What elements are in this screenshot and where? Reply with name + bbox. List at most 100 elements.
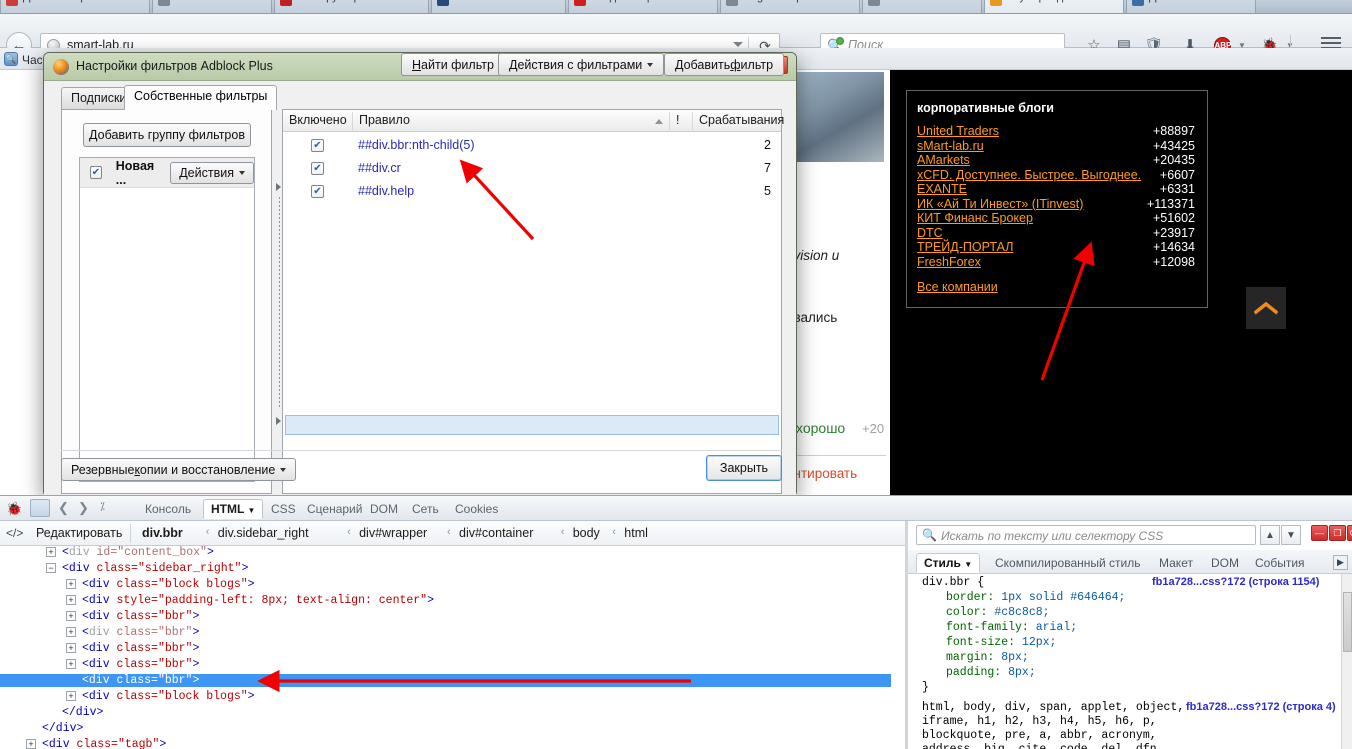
tab-html[interactable]: HTML ▼ (203, 499, 264, 519)
blog-row[interactable]: КИТ Финанс Брокер +51602 (917, 211, 1199, 226)
html-tree-node[interactable]: + <div id="content_box"> (46, 546, 214, 559)
all-companies-link[interactable]: Все компании (917, 280, 1199, 294)
column-header-hits[interactable]: Срабатывания (699, 113, 784, 127)
tab-script[interactable]: Сценарий (300, 500, 369, 518)
group-enabled-checkbox[interactable]: ✔ (90, 166, 102, 179)
column-header-rule[interactable]: Правило (359, 113, 410, 127)
browser-tab[interactable]: Regular expressi (720, 0, 860, 13)
splitter-arrow-icon[interactable] (276, 417, 281, 425)
blog-link[interactable]: United Traders (917, 124, 999, 138)
html-tree-pane[interactable]: + <div id="content_box"> − <div class="side… (0, 546, 905, 749)
table-row[interactable]: ✔ ##div.bbr:nth-child(5) 2 (283, 136, 781, 156)
html-tree-node[interactable]: + <div class="bbr"> (66, 642, 199, 655)
tab-style[interactable]: Стиль ▼ (916, 553, 981, 573)
tree-twisty-icon[interactable]: + (66, 627, 76, 637)
filter-group-list[interactable]: ✔ Новая ... Действия (79, 157, 255, 482)
browser-tab-strip[interactable]: Дизайн сверстал Sortblock Конструктор сай К… (0, 0, 1352, 14)
css-property[interactable]: font-family: (946, 621, 1036, 634)
browser-tab[interactable]: Дизайн сверстал (0, 0, 150, 13)
html-tree-node[interactable]: + <div class="tagb"> (26, 738, 166, 749)
css-search-input[interactable]: 🔍 Искать по тексту или селектору CSS (916, 525, 1256, 545)
css-source-link[interactable]: fb1a728...css?172 (строка 1154) (1152, 576, 1319, 588)
filter-enabled-checkbox[interactable]: ✔ (311, 185, 324, 198)
blog-row[interactable]: United Traders +88897 (917, 124, 1199, 139)
blog-row[interactable]: sMart-lab.ru +43425 (917, 139, 1199, 154)
search-prev-button[interactable]: ▲ (1260, 525, 1280, 545)
css-property[interactable]: margin: (946, 651, 1001, 664)
breadcrumb-item[interactable]: html (624, 526, 648, 540)
filter-rule-text[interactable]: ##div.cr (358, 161, 401, 175)
blog-row[interactable]: DTC +23917 (917, 226, 1199, 241)
search-bookmark-icon[interactable]: 🔍 (4, 52, 18, 66)
blog-link[interactable]: EXANTE (917, 182, 967, 196)
tree-twisty-icon[interactable]: − (46, 563, 56, 573)
blog-row[interactable]: ИК «Ай Ти Инвест» (ITinvest) +113371 (917, 197, 1199, 212)
html-tree-node[interactable]: </div> (62, 706, 103, 719)
browser-tab[interactable]: Как на моей сти (431, 0, 566, 13)
tab-custom-filters[interactable]: Собственные фильтры (124, 85, 278, 110)
tab-computed-style[interactable]: Скомпилированный стиль (988, 554, 1148, 572)
close-button[interactable]: ⏻ (1347, 525, 1352, 541)
blog-link[interactable]: КИТ Финанс Брокер (917, 211, 1033, 225)
css-value[interactable]: arial; (1036, 621, 1077, 634)
breadcrumb-item[interactable]: div.sidebar_right (218, 526, 309, 540)
filter-rule-text[interactable]: ##div.help (358, 184, 414, 198)
blog-link[interactable]: ТРЕЙД-ПОРТАЛ (917, 240, 1013, 254)
new-filter-input-row[interactable] (285, 415, 779, 435)
tree-twisty-icon[interactable]: + (46, 547, 56, 557)
browser-tab[interactable]: Чтуэ трендин (984, 0, 1124, 13)
tree-twisty-icon[interactable]: + (66, 579, 76, 589)
blog-link[interactable]: xCFD. Доступнее. Быстрее. Выгоднее. (917, 168, 1141, 182)
blog-link[interactable]: DTC (917, 226, 943, 240)
inspect-pointer-icon[interactable] (30, 499, 50, 517)
blog-row[interactable]: FreshForex +12098 (917, 255, 1199, 270)
html-tree-node[interactable]: + <div class="block blogs"> (66, 578, 255, 591)
browser-tab[interactable]: Sortblock (862, 0, 982, 13)
css-scrollbar[interactable] (1341, 574, 1352, 749)
css-value[interactable]: 12px; (1022, 636, 1057, 649)
tab-layout[interactable]: Макет (1152, 554, 1200, 572)
html-tree-node[interactable]: + <div class="block blogs"> (66, 690, 255, 703)
blog-row[interactable]: AMarkets +20435 (917, 153, 1199, 168)
css-value[interactable]: 8px; (1001, 651, 1029, 664)
code-icon[interactable]: </> (6, 526, 23, 540)
column-header-warning[interactable]: ! (676, 113, 679, 127)
tab-dom[interactable]: DOM (363, 500, 405, 518)
blog-row[interactable]: ТРЕЙД-ПОРТАЛ +14634 (917, 240, 1199, 255)
tree-twisty-icon[interactable]: + (66, 643, 76, 653)
blog-link[interactable]: sMart-lab.ru (917, 139, 984, 153)
minimize-button[interactable]: — (1311, 525, 1328, 541)
close-dialog-button[interactable]: Закрыть (706, 455, 782, 481)
filter-enabled-checkbox[interactable]: ✔ (311, 162, 324, 175)
rating-label[interactable]: хорошо (796, 420, 845, 436)
blog-row[interactable]: xCFD. Доступнее. Быстрее. Выгоднее. +6607 (917, 168, 1199, 183)
tree-twisty-icon[interactable]: + (66, 659, 76, 669)
add-filter-group-button[interactable]: Добавить группу фильтров (83, 123, 251, 147)
filter-group-row[interactable]: ✔ Новая ... Действия (80, 158, 254, 188)
tab-events[interactable]: События (1248, 554, 1312, 572)
html-tree-node[interactable]: + <div class="bbr"> (66, 626, 199, 639)
tab-cookies[interactable]: Cookies (448, 500, 505, 518)
filter-rule-text[interactable]: ##div.bbr:nth-child(5) (358, 138, 475, 152)
css-property[interactable]: color: (946, 606, 994, 619)
scroll-to-top-button[interactable] (1246, 287, 1286, 329)
tab-network[interactable]: Сеть (405, 500, 446, 518)
tab-css[interactable]: CSS (264, 500, 303, 518)
chevron-down-icon[interactable] (733, 42, 743, 47)
css-property[interactable]: border: (946, 591, 1001, 604)
browser-tab[interactable]: Диалогин (1126, 0, 1256, 13)
scrollbar-thumb[interactable] (1343, 592, 1352, 652)
css-value[interactable]: 1px solid #646464; (1001, 591, 1125, 604)
css-property[interactable]: padding: (946, 666, 1008, 679)
tree-twisty-icon[interactable]: + (66, 691, 76, 701)
html-tree-node[interactable]: − <div class="sidebar_right"> (46, 562, 248, 575)
browser-tab[interactable]: Создание филь (568, 0, 718, 13)
find-filter-button[interactable]: Найти фильтр (401, 53, 505, 76)
chevron-left-icon[interactable]: ❮ (58, 500, 69, 516)
html-tree-node[interactable]: </div> (42, 722, 83, 735)
browser-tab[interactable]: Конструктор сай (274, 0, 429, 13)
breadcrumb-item[interactable]: div.bbr (142, 526, 183, 540)
filter-enabled-checkbox[interactable]: ✔ (311, 139, 324, 152)
firebug-icon[interactable]: 🐞 (6, 501, 22, 517)
restore-button[interactable]: ❐ (1329, 525, 1346, 541)
